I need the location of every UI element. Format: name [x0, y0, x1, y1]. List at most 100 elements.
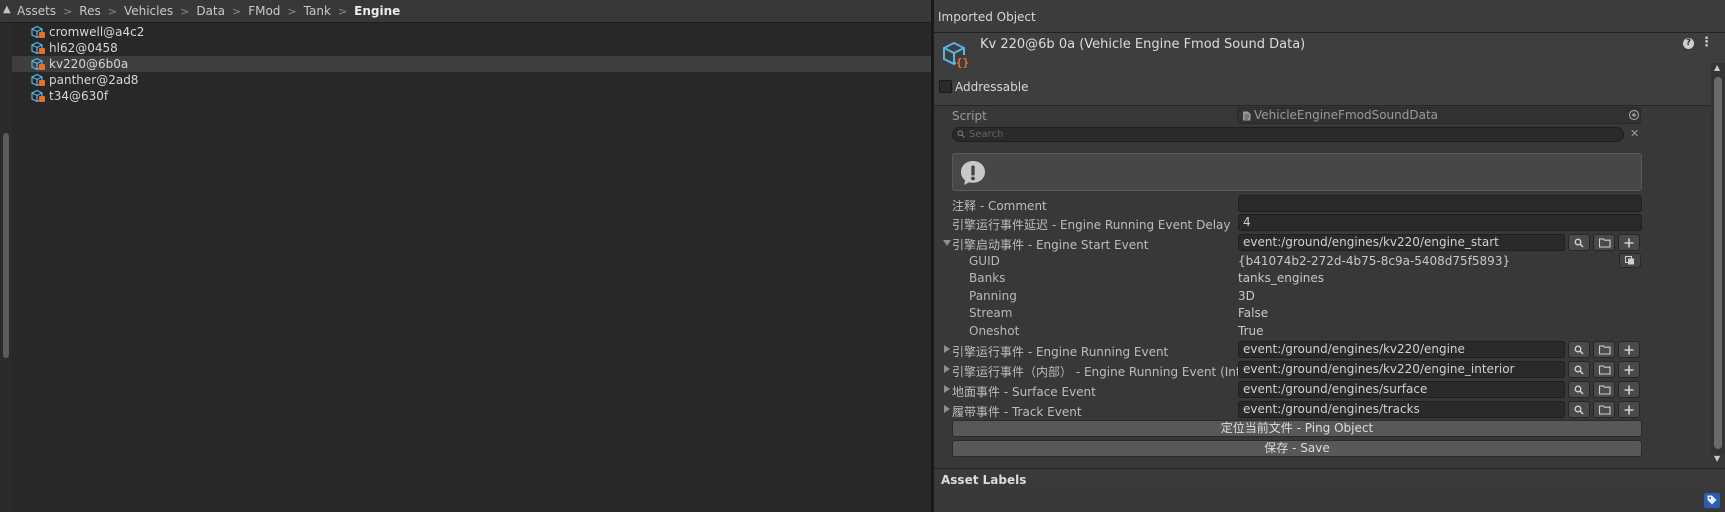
event-add-button[interactable] [1618, 401, 1640, 418]
surface-event-field[interactable]: event:/ground/engines/surface [1238, 381, 1565, 398]
track-event-label: 履带事件 - Track Event [952, 405, 1082, 419]
help-icon[interactable]: ? [1683, 38, 1694, 49]
copy-icon [1625, 256, 1634, 265]
breadcrumb-item[interactable]: Res [79, 4, 100, 18]
search-icon [1574, 365, 1584, 375]
ping-object-button[interactable]: 定位当前文件 - Ping Object [952, 420, 1642, 437]
folder-icon [1599, 365, 1611, 375]
comment-label: 注释 - Comment [952, 199, 1047, 213]
addressable-checkbox[interactable] [939, 80, 952, 93]
event-search-button[interactable] [1568, 381, 1590, 398]
vertical-scrollbar[interactable] [0, 23, 12, 512]
event-browse-button[interactable] [1593, 381, 1615, 398]
breadcrumb-separator: > [231, 4, 242, 18]
event-add-button[interactable] [1618, 381, 1640, 398]
breadcrumb-item[interactable]: Data [196, 4, 225, 18]
event-browse-button[interactable] [1593, 361, 1615, 378]
vertical-scrollbar[interactable]: ▲ ▼ [1711, 63, 1725, 463]
comment-field[interactable] [1238, 195, 1642, 212]
event-browse-button[interactable] [1593, 234, 1615, 251]
scriptable-object-icon [30, 89, 46, 103]
scroll-up-icon[interactable]: ▲ [1714, 63, 1720, 72]
panning-value: 3D [1238, 289, 1255, 303]
breadcrumb-separator: > [287, 4, 297, 18]
plus-icon [1624, 238, 1634, 248]
stream-value: False [1238, 306, 1269, 320]
breadcrumb-separator: > [107, 4, 117, 18]
script-file-icon [1243, 111, 1251, 121]
guid-value: {b41074b2-272d-4b75-8c9a-5408d75f5893} [1238, 254, 1511, 268]
folder-icon [1599, 385, 1611, 395]
foldout-arrow-open[interactable] [943, 240, 951, 246]
delay-field[interactable]: 4 [1238, 214, 1642, 231]
copy-guid-button[interactable] [1619, 253, 1641, 268]
file-name: kv220@6b0a [49, 57, 129, 71]
event-search-button[interactable] [1568, 234, 1590, 251]
scriptable-object-icon [30, 41, 46, 55]
event-search-button[interactable] [1568, 361, 1590, 378]
running-event-field[interactable]: event:/ground/engines/kv220/engine [1238, 341, 1565, 358]
foldout-arrow-closed[interactable] [944, 385, 950, 393]
breadcrumb-item[interactable]: Assets [17, 4, 56, 18]
script-field[interactable]: VehicleEngineFmodSoundData [1237, 107, 1641, 124]
plus-icon [1624, 405, 1634, 415]
file-name: cromwell@a4c2 [49, 25, 145, 39]
search-placeholder: Search [969, 129, 1004, 140]
foldout-arrow-closed[interactable] [944, 365, 950, 373]
breadcrumb-item[interactable]: FMod [248, 4, 280, 18]
label-tag-icon[interactable] [1704, 493, 1720, 508]
event-search-button[interactable] [1568, 401, 1590, 418]
asset-labels-footer [934, 490, 1725, 512]
asset-labels-title: Asset Labels [941, 473, 1027, 487]
scroll-down-icon[interactable]: ▼ [1714, 454, 1720, 463]
event-browse-button[interactable] [1593, 341, 1615, 358]
banks-value: tanks_engines [1238, 271, 1325, 285]
file-item[interactable]: t34@630f [12, 88, 931, 104]
scriptable-object-icon [30, 73, 46, 87]
running-interior-event-label: 引擎运行事件（内部） - Engine Running Event (Inter… [952, 365, 1274, 379]
breadcrumb-item-current[interactable]: Engine [354, 4, 400, 18]
search-icon [1574, 405, 1584, 415]
file-item[interactable]: hl62@0458 [12, 40, 931, 56]
running-interior-event-field[interactable]: event:/ground/engines/kv220/engine_inter… [1238, 361, 1565, 378]
file-name: hl62@0458 [49, 41, 118, 55]
event-search-button[interactable] [1568, 341, 1590, 358]
file-item[interactable]: cromwell@a4c2 [12, 24, 931, 40]
file-item[interactable]: panther@2ad8 [12, 72, 931, 88]
scriptable-object-icon: {} [941, 40, 971, 70]
svg-text:{}: {} [956, 56, 969, 69]
script-value: VehicleEngineFmodSoundData [1254, 108, 1439, 122]
folder-icon [1599, 238, 1611, 248]
search-input[interactable]: Search [952, 127, 1624, 142]
breadcrumb-separator: > [180, 4, 190, 18]
save-button[interactable]: 保存 - Save [952, 440, 1642, 457]
plus-icon [1624, 385, 1634, 395]
folder-icon [1599, 405, 1611, 415]
asset-labels-header[interactable]: Asset Labels [934, 468, 1725, 490]
track-event-field[interactable]: event:/ground/engines/tracks [1238, 401, 1565, 418]
warning-box [952, 153, 1642, 191]
object-picker-icon[interactable] [1628, 109, 1640, 121]
search-clear-icon[interactable]: ✕ [1630, 127, 1639, 140]
foldout-arrow-closed[interactable] [944, 405, 950, 413]
addressable-label: Addressable [955, 80, 1029, 94]
event-add-button[interactable] [1618, 361, 1640, 378]
folder-icon [1599, 345, 1611, 355]
surface-event-label: 地面事件 - Surface Event [952, 385, 1096, 399]
event-browse-button[interactable] [1593, 401, 1615, 418]
breadcrumb-item[interactable]: Vehicles [124, 4, 173, 18]
running-event-label: 引擎运行事件 - Engine Running Event [952, 345, 1169, 359]
start-event-field[interactable]: event:/ground/engines/kv220/engine_start [1238, 234, 1565, 251]
breadcrumb-separator: > [63, 4, 73, 18]
event-add-button[interactable] [1618, 234, 1640, 251]
breadcrumb-item[interactable]: Tank [304, 4, 331, 18]
file-item-selected[interactable]: kv220@6b0a [12, 56, 931, 72]
event-add-button[interactable] [1618, 341, 1640, 358]
collapse-up-icon[interactable]: ▲ [3, 4, 11, 15]
guid-label: GUID [969, 254, 1000, 268]
scrollbar-thumb[interactable] [1714, 77, 1722, 449]
more-options-icon[interactable]: ⋮ [1700, 36, 1713, 49]
foldout-arrow-closed[interactable] [944, 345, 950, 353]
project-browser: ▲ Assets > Res > Vehicles > Data > FMod … [0, 0, 931, 512]
scrollbar-thumb[interactable] [3, 133, 9, 358]
